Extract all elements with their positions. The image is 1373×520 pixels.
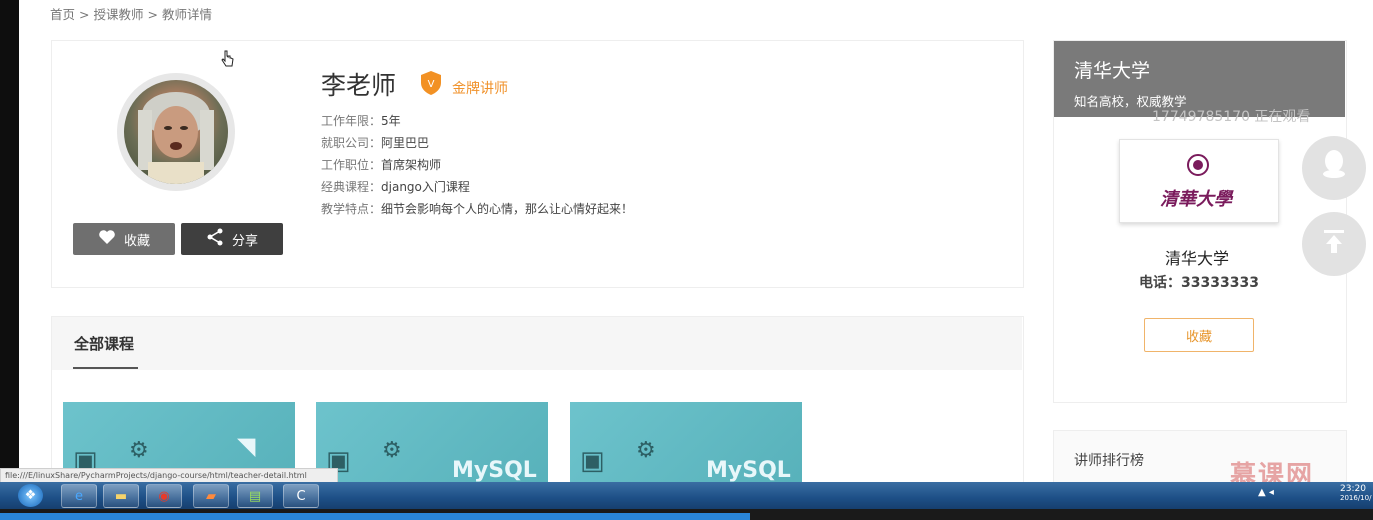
courses-header (52, 317, 1022, 370)
teacher-info-company: 就职公司：阿里巴巴 (321, 134, 429, 151)
cursor-icon (221, 50, 235, 72)
tab-active-underline (73, 367, 138, 369)
taskbar-app-chrome[interactable]: ◉ (146, 484, 182, 508)
teacher-badge-label: 金牌讲师 (452, 81, 508, 97)
gear-icon: ⚙ (636, 438, 656, 463)
org-header-name[interactable]: 清华大学 (1074, 56, 1150, 83)
org-seal-icon (1186, 153, 1210, 181)
folder-icon: ▬ (114, 488, 128, 504)
info-value: 首席架构师 (381, 158, 442, 172)
tray-clock[interactable]: 23:20 2016/10/ (1340, 484, 1371, 502)
taskbar-app-ie[interactable]: e (61, 484, 97, 508)
qq-icon (1320, 149, 1348, 187)
tray-time: 23:20 (1340, 484, 1366, 494)
taskbar-app-editor[interactable]: ▤ (237, 484, 273, 508)
teacher-info-years: 工作年限：5年 (321, 112, 401, 129)
breadcrumb-section[interactable]: 授课教师 (93, 7, 143, 22)
teacher-favorite-label: 收藏 (123, 233, 150, 249)
breadcrumb-current: 教师详情 (161, 7, 212, 22)
course-card[interactable]: ▣ ⚙ MySQL 5.7 (316, 402, 548, 492)
gear-icon: ⚙ (382, 438, 402, 463)
info-label: 经典课程： (321, 180, 382, 194)
org-name: 清华大学 (1165, 249, 1230, 268)
monitor-icon: ▣ (580, 446, 605, 476)
teacher-avatar (124, 80, 228, 184)
org-favorite-button[interactable]: 收藏 (1144, 318, 1254, 352)
ie-icon: e (75, 488, 83, 504)
system-tray[interactable]: ▲ ◂ (1258, 487, 1274, 498)
info-label: 工作职位： (321, 158, 382, 172)
gear-icon: ⚙ (129, 438, 149, 463)
teacher-ranking-title: 讲师排行榜 (1074, 453, 1144, 469)
heart-icon (98, 229, 116, 249)
teacher-info-position: 工作职位：首席架构师 (321, 156, 441, 173)
taskbar-app-camtasia[interactable]: C (283, 484, 319, 508)
org-phone: 电话：33333333 (1139, 275, 1259, 291)
breadcrumb-sep: > (147, 7, 158, 22)
volume-icon: ◂ (1268, 487, 1274, 498)
breadcrumb: 首页 > 授课教师 > 教师详情 (50, 4, 212, 23)
info-value: 细节会影响每个人的心情，那么让心情好起来！ (381, 202, 634, 216)
info-label: 就职公司： (321, 136, 382, 150)
teacher-share-button[interactable]: 分享 (181, 223, 283, 255)
teacher-info-feature: 教学特点：细节会影响每个人的心情，那么让心情好起来！ (321, 200, 633, 217)
teacher-share-label: 分享 (231, 233, 258, 249)
editor-icon: ▤ (248, 488, 262, 504)
taskbar-app-explorer[interactable]: ▬ (103, 484, 139, 508)
taskbar-app-powerpoint[interactable]: ▰ (193, 484, 229, 508)
info-value: 5年 (381, 114, 401, 128)
left-black-strip (0, 0, 19, 482)
share-icon (206, 228, 224, 250)
svg-text:V: V (428, 79, 435, 90)
network-icon: ▲ (1258, 487, 1266, 498)
breadcrumb-home[interactable]: 首页 (50, 7, 75, 22)
info-value: django入门课程 (381, 180, 470, 194)
info-label: 教学特点： (321, 202, 382, 216)
dolphin-icon: ◥ (237, 432, 256, 460)
teacher-favorite-button[interactable]: 收藏 (73, 223, 175, 255)
info-value: 阿里巴巴 (381, 136, 430, 150)
back-to-top-button[interactable] (1302, 212, 1366, 276)
breadcrumb-sep: > (79, 7, 90, 22)
course-card[interactable]: ▣ ⚙ MySQL 5.7 (570, 402, 802, 492)
qq-float-button[interactable] (1302, 136, 1366, 200)
windows-logo-icon: ❖ (24, 488, 37, 503)
watching-overlay: 17749785170 正在观看 (1152, 109, 1311, 125)
teacher-name: 李老师 (321, 71, 397, 100)
org-logo-text: 清華大學 (1160, 189, 1232, 210)
powerpoint-icon: ▰ (206, 488, 216, 504)
info-label: 工作年限： (321, 114, 382, 128)
back-to-top-icon (1322, 227, 1346, 262)
tab-all-courses[interactable]: 全部课程 (74, 333, 134, 354)
tray-date: 2016/10/ (1340, 494, 1372, 502)
chrome-icon: ◉ (158, 488, 170, 504)
gold-badge-icon: V (420, 70, 442, 96)
teacher-info-course: 经典课程：django入门课程 (321, 178, 470, 195)
start-button[interactable]: ❖ (18, 484, 43, 507)
camtasia-icon: C (296, 488, 306, 504)
video-progress-bar[interactable] (0, 513, 750, 520)
